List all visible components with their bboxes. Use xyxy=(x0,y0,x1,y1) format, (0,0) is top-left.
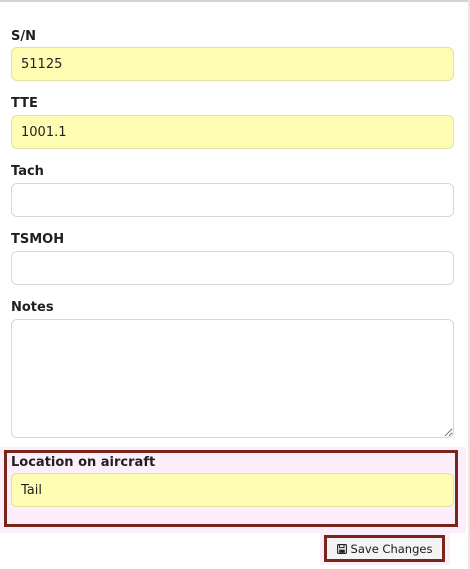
save-changes-label: Save Changes xyxy=(350,541,433,556)
tsmoh-input[interactable] xyxy=(11,251,454,285)
tte-input[interactable] xyxy=(11,115,454,149)
notes-textarea[interactable] xyxy=(11,319,454,438)
top-divider xyxy=(0,0,470,2)
serial-number-input[interactable] xyxy=(11,47,454,81)
floppy-disk-icon xyxy=(336,543,347,554)
tach-input[interactable] xyxy=(11,183,454,217)
tach-label: Tach xyxy=(11,164,44,179)
tsmoh-label: TSMOH xyxy=(11,232,65,247)
serial-number-label: S/N xyxy=(11,29,36,44)
tte-label: TTE xyxy=(11,96,38,111)
location-highlight-frame xyxy=(4,450,458,527)
save-changes-button[interactable]: Save Changes xyxy=(324,535,445,562)
notes-label: Notes xyxy=(11,300,54,315)
